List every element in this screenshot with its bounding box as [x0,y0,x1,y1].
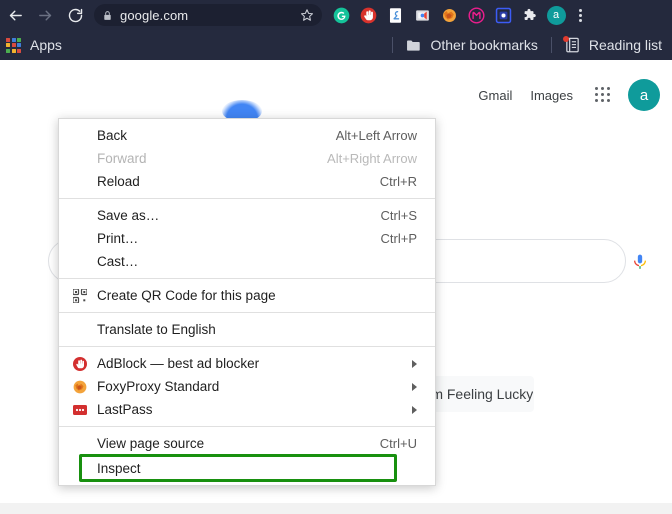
pocket-extension-icon[interactable] [382,0,408,30]
menu-item-label: Translate to English [97,322,216,337]
three-dot-menu-icon[interactable] [569,0,591,30]
context-menu-group: Translate to English [59,318,435,341]
loom-extension-icon[interactable] [490,0,516,30]
menu-separator [59,312,435,313]
gmail-link[interactable]: Gmail [469,88,521,103]
images-link[interactable]: Images [521,88,582,103]
qr-code-icon [73,288,97,303]
menu-item-view-page-source[interactable]: View page source Ctrl+U [59,432,435,455]
menu-item-back[interactable]: Back Alt+Left Arrow [59,124,435,147]
foxyproxy-extension-icon[interactable] [436,0,462,30]
context-menu-group: View page source Ctrl+U Inspect [59,432,435,482]
apps-bookmark[interactable]: Apps [0,30,68,60]
menu-item-forward: Forward Alt+Right Arrow [59,147,435,170]
menu-item-label: FoxyProxy Standard [97,379,220,394]
reading-list-icon [562,36,580,53]
chevron-right-icon [412,405,417,414]
back-button[interactable] [0,0,30,30]
forward-button [30,0,60,30]
folder-icon [407,40,421,51]
menu-item-accelerator: Alt+Right Arrow [327,151,417,166]
menu-item-label: View page source [97,436,205,451]
grammarly-extension-icon[interactable] [328,0,354,30]
reading-list-badge [562,36,569,42]
menu-separator [59,426,435,427]
extensions-tray [328,0,543,30]
menu-item-lastpass[interactable]: LastPass [59,398,435,421]
star-icon[interactable] [300,8,314,22]
menu-item-print[interactable]: Print… Ctrl+P [59,227,435,250]
menu-item-accelerator: Ctrl+U [379,436,417,451]
menu-separator [59,278,435,279]
adblock-icon [73,356,97,371]
address-bar[interactable]: google.com [94,4,322,26]
menu-item-accelerator: Ctrl+R [379,174,417,189]
foxyproxy-icon [73,380,97,394]
menu-item-label: Inspect [97,460,141,476]
page-bottom-strip [0,503,672,514]
bookmarks-bar: Apps Other bookmarks Reading list [0,30,672,60]
context-menu-group: Back Alt+Left Arrow Forward Alt+Right Ar… [59,124,435,193]
chevron-right-icon [412,359,417,368]
screencast-extension-icon[interactable] [409,0,435,30]
url-text: google.com [120,7,189,23]
menu-item-reload[interactable]: Reload Ctrl+R [59,170,435,193]
profile-initial: a [546,5,566,25]
menu-item-accelerator: Alt+Left Arrow [335,128,417,143]
menu-item-inspect[interactable]: Inspect [59,454,435,482]
menu-separator [59,198,435,199]
browser-toolbar: google.com a [0,0,672,30]
menu-item-save-as[interactable]: Save as… Ctrl+S [59,204,435,227]
reload-button[interactable] [60,0,90,30]
menu-item-foxyproxy[interactable]: FoxyProxy Standard [59,375,435,398]
other-bookmarks-button[interactable]: Other bookmarks [400,30,543,60]
menu-item-translate[interactable]: Translate to English [59,318,435,341]
context-menu-group: Create QR Code for this page [59,284,435,307]
other-bookmarks-label: Other bookmarks [430,37,538,53]
menu-item-label: Reload [97,174,140,189]
chevron-right-icon [412,382,417,391]
bookmarks-divider [550,37,552,53]
menu-item-accelerator: Ctrl+P [380,231,417,246]
reading-list-button[interactable]: Reading list [559,30,668,60]
menu-item-accelerator: Ctrl+S [380,208,417,223]
menu-item-label: Save as… [97,208,160,223]
puzzle-extensions-icon[interactable] [517,0,543,30]
bookmarks-divider [392,37,394,53]
context-menu[interactable]: Back Alt+Left Arrow Forward Alt+Right Ar… [58,118,436,486]
apps-bookmark-label: Apps [30,37,62,53]
context-menu-group: AdBlock — best ad blocker FoxyProxy Stan… [59,352,435,421]
feeling-lucky-button[interactable]: I'm Feeling Lucky [424,376,534,412]
google-header: Gmail Images a [469,78,660,112]
menu-separator [59,346,435,347]
mailtrack-extension-icon[interactable] [463,0,489,30]
lock-icon [104,10,111,20]
profile-avatar-button[interactable]: a [543,0,569,30]
menu-item-create-qr-code[interactable]: Create QR Code for this page [59,284,435,307]
menu-item-label: AdBlock — best ad blocker [97,356,260,371]
google-apps-grid-icon[interactable] [586,78,620,112]
menu-item-label: Cast… [97,254,139,269]
adblock-extension-icon[interactable] [355,0,381,30]
avatar[interactable]: a [628,79,660,111]
menu-item-label: LastPass [97,402,153,417]
apps-grid-icon [6,37,21,53]
menu-item-label: Back [97,128,128,143]
microphone-icon[interactable] [630,250,650,274]
menu-item-label: Create QR Code for this page [97,288,276,303]
menu-item-adblock[interactable]: AdBlock — best ad blocker [59,352,435,375]
context-menu-group: Save as… Ctrl+S Print… Ctrl+P Cast… [59,204,435,273]
lastpass-icon [73,404,97,416]
menu-item-label: Forward [97,151,147,166]
menu-item-cast[interactable]: Cast… [59,250,435,273]
menu-item-label: Print… [97,231,139,246]
reading-list-label: Reading list [588,37,662,53]
